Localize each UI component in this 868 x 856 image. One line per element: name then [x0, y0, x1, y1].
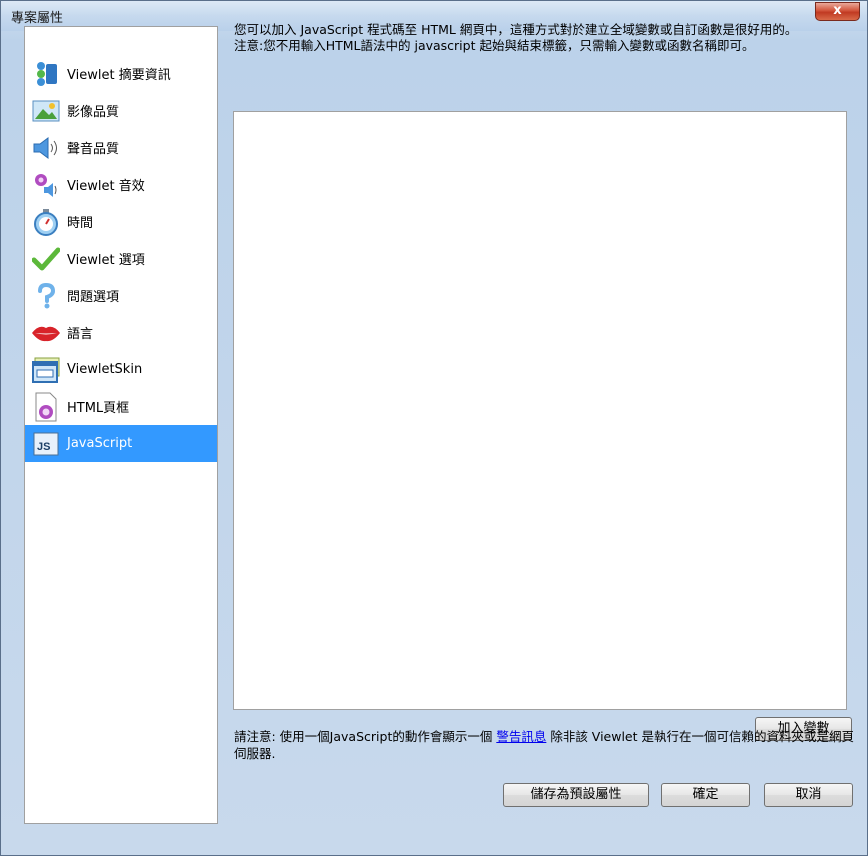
lips-icon	[31, 318, 61, 348]
skin-window-icon	[31, 355, 61, 385]
sidebar-item-time[interactable]: 時間	[25, 203, 217, 240]
sidebar-item-html-frame[interactable]: HTML頁框	[25, 388, 217, 425]
warning-link[interactable]: 警告訊息	[496, 729, 546, 744]
sidebar-item-label: 問題選項	[67, 290, 120, 305]
checkmark-icon	[31, 244, 61, 274]
stopwatch-icon	[31, 207, 61, 237]
sidebar-item-sound-quality[interactable]: 聲音品質	[25, 129, 217, 166]
note-text: 請注意: 使用一個JavaScript的動作會顯示一個	[234, 729, 497, 744]
sidebar-item-sound-effect[interactable]: Viewlet 音效	[25, 166, 217, 203]
sidebar-item-label: JavaScript	[67, 436, 133, 451]
ok-button[interactable]: 確定	[661, 783, 750, 807]
sidebar-item-label: 影像品質	[67, 105, 120, 120]
sidebar-item-label: Viewlet 音效	[67, 179, 145, 194]
sidebar-item-options[interactable]: Viewlet 選項	[25, 240, 217, 277]
sidebar-item-image-quality[interactable]: 影像品質	[25, 92, 217, 129]
sidebar-item-javascript[interactable]: JS JavaScript	[25, 425, 217, 462]
sidebar-item-label: 語言	[67, 327, 94, 342]
summary-icon	[31, 59, 61, 89]
svg-text:JS: JS	[37, 441, 50, 453]
description: 您可以加入 JavaScript 程式碼至 HTML 網頁中，這種方式對於建立全…	[234, 22, 854, 53]
image-quality-icon	[31, 96, 61, 126]
sidebar-item-label: Viewlet 摘要資訊	[67, 68, 171, 83]
sound-effect-icon	[31, 170, 61, 200]
speaker-icon	[31, 133, 61, 163]
html-frame-icon	[31, 392, 61, 422]
sidebar-item-summary[interactable]: Viewlet 摘要資訊	[25, 55, 217, 92]
cancel-button[interactable]: 取消	[764, 783, 853, 807]
sidebar-item-label: ViewletSkin	[67, 362, 143, 377]
question-icon	[31, 281, 61, 311]
js-icon: JS	[31, 429, 61, 459]
description-line: 您可以加入 JavaScript 程式碼至 HTML 網頁中，這種方式對於建立全…	[234, 22, 798, 37]
category-list[interactable]: Viewlet 摘要資訊 影像品質 聲音品質 Viewlet 音效 時間 Vie…	[24, 26, 218, 824]
description-note: 注意:您不用輸入HTML語法中的 javascript 起始與結束標籤，只需輸入…	[234, 38, 755, 53]
close-button[interactable]: x	[815, 2, 860, 21]
security-note: 請注意: 使用一個JavaScript的動作會顯示一個 警告訊息 除非該 Vie…	[234, 728, 854, 762]
sidebar-item-viewletskin[interactable]: ViewletSkin	[25, 351, 217, 388]
sidebar-item-question-options[interactable]: 問題選項	[25, 277, 217, 314]
sidebar-item-label: 時間	[67, 216, 94, 231]
window-title: 專案屬性	[11, 11, 64, 26]
javascript-editor[interactable]	[233, 111, 847, 710]
sidebar-item-label: 聲音品質	[67, 142, 120, 157]
sidebar-item-label: Viewlet 選項	[67, 253, 145, 268]
sidebar-item-language[interactable]: 語言	[25, 314, 217, 351]
save-as-default-button[interactable]: 儲存為預設屬性	[503, 783, 649, 807]
sidebar-item-label: HTML頁框	[67, 401, 130, 416]
